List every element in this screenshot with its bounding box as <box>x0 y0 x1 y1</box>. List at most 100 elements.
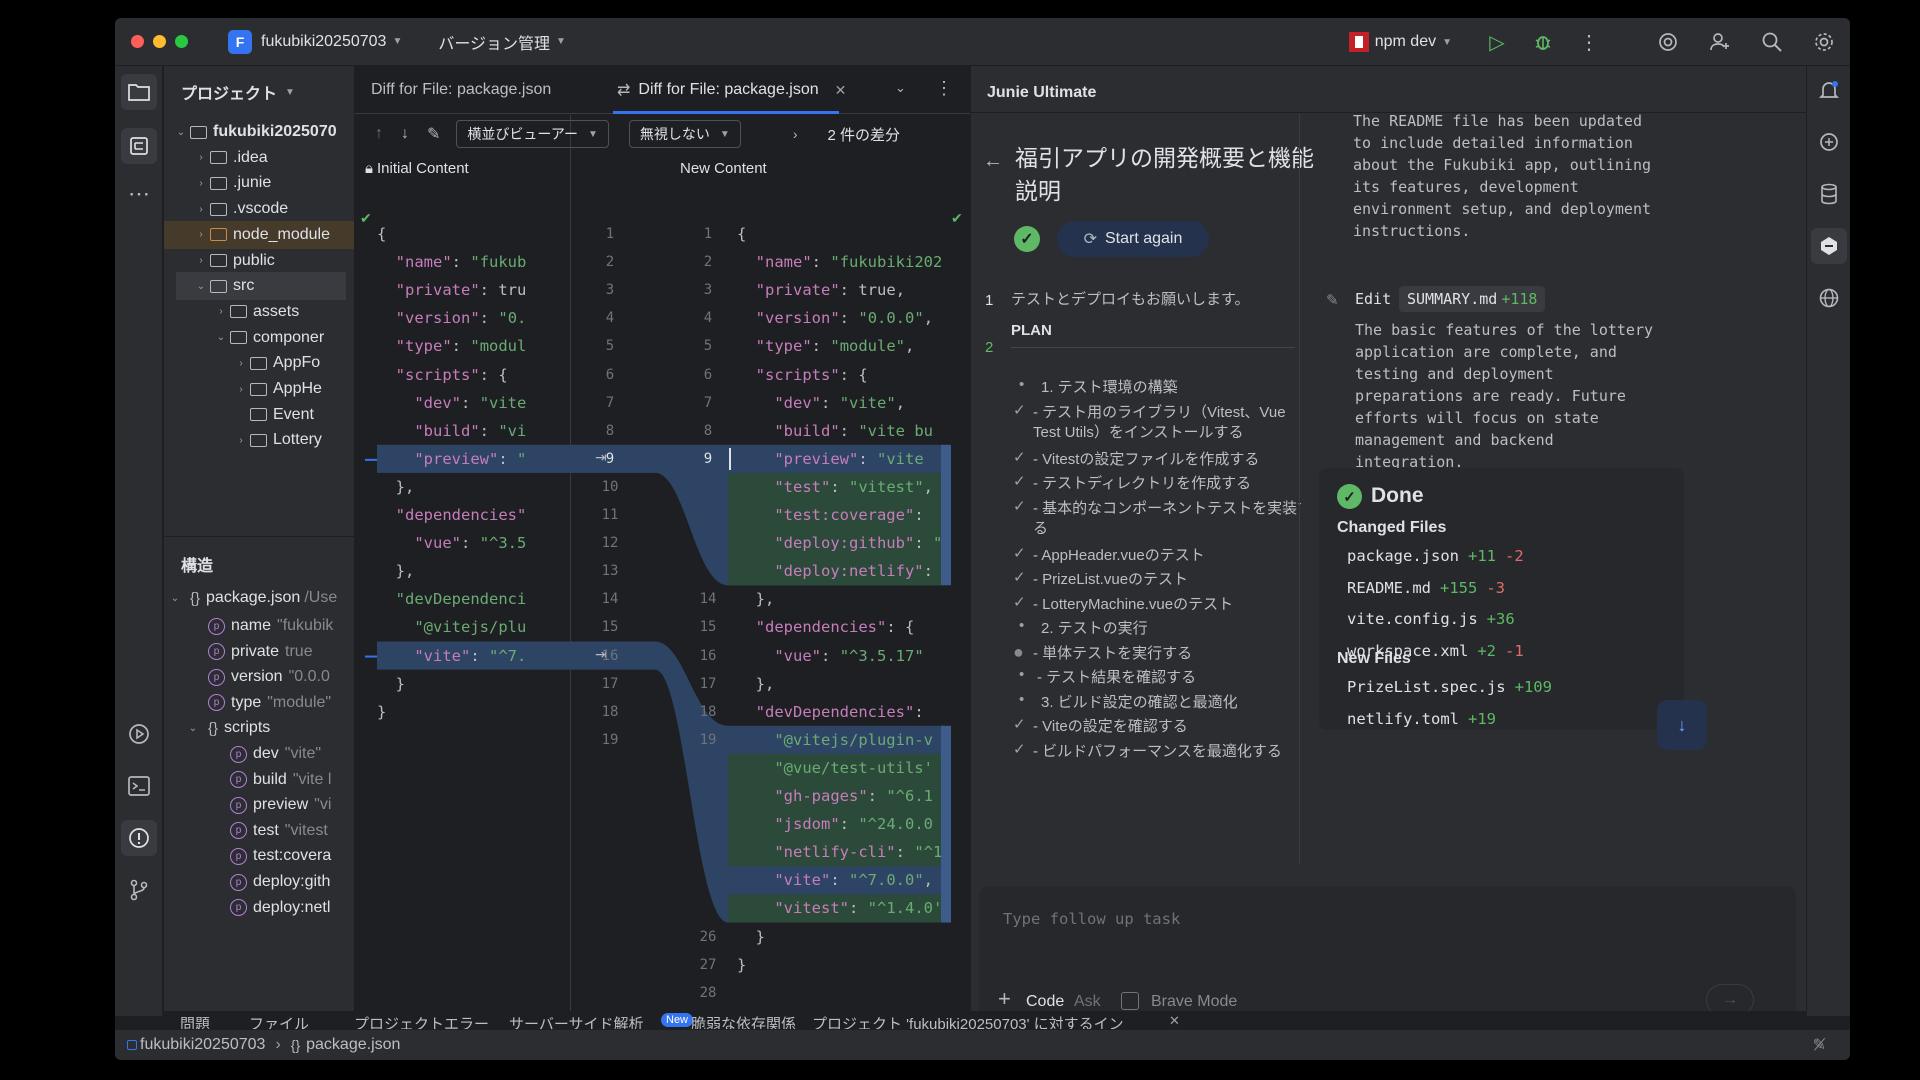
ai-assistant-icon[interactable] <box>1642 31 1694 53</box>
code-line: "jsdom": "^24.0.0 <box>774 815 933 834</box>
tree-item[interactable]: ⌄ src <box>176 272 346 301</box>
close-icon[interactable]: ✕ <box>1169 1013 1180 1029</box>
property-icon: p <box>208 668 225 686</box>
follow-up-input[interactable]: Type follow up task <box>1003 910 1180 928</box>
structure-script-item[interactable]: p deploy:netl <box>230 894 336 922</box>
more-vertical-icon[interactable]: ⋮ <box>1566 30 1612 55</box>
tree-item[interactable]: › .idea <box>192 144 267 172</box>
run-icon[interactable]: ▷ <box>1474 30 1520 55</box>
summary-line: testing and deployment <box>1355 365 1554 383</box>
junie-icon[interactable] <box>1811 228 1847 264</box>
done-label: Done <box>1371 484 1424 507</box>
gear-icon[interactable] <box>1798 31 1850 53</box>
plan-mark-icon: ✓ <box>1013 448 1026 466</box>
tree-item[interactable]: Event <box>232 401 314 429</box>
tree-item[interactable]: › AppFo <box>232 349 320 377</box>
property-name: type <box>231 693 262 711</box>
project-panel-title[interactable]: プロジェクト ▼ <box>181 80 295 104</box>
structure-script-item[interactable]: p test:covera <box>230 842 337 870</box>
run-config-selector[interactable]: npm dev ▼ <box>1348 32 1452 52</box>
plan-mark-icon: ● <box>1013 641 1024 662</box>
changed-file-name: vite.config.js <box>1347 610 1478 628</box>
tree-item[interactable]: › .junie <box>192 169 271 197</box>
tree-item[interactable]: › node_module <box>164 220 354 249</box>
ai-chat-icon[interactable] <box>1811 124 1847 160</box>
zoom-window-button[interactable] <box>175 35 188 48</box>
tree-item[interactable]: › assets <box>212 298 299 326</box>
project-selector[interactable]: fukubiki20250703 ▼ <box>261 33 402 51</box>
tree-item[interactable]: ⌄ fukubiki2025070 <box>172 118 337 146</box>
structure-item[interactable]: p name "fukubik <box>208 612 333 640</box>
property-name: build <box>253 770 287 788</box>
mode-code[interactable]: Code <box>1026 993 1064 1011</box>
structure-scripts[interactable]: ⌄ {} scripts <box>184 714 270 742</box>
bottom-tab[interactable]: サーバーサイド解析 <box>509 1013 644 1029</box>
brave-mode-checkbox[interactable] <box>1121 992 1139 1010</box>
line-number-right: 14 <box>699 591 717 608</box>
tree-item[interactable]: › .vscode <box>192 195 288 223</box>
bottom-tab[interactable]: プロジェクトエラー <box>354 1013 489 1029</box>
line-number-left: 12 <box>601 535 619 552</box>
more-horizontal-icon[interactable]: ⋯ <box>121 176 157 212</box>
property-icon: p <box>230 745 247 763</box>
web-icon[interactable] <box>1811 280 1847 316</box>
database-icon[interactable] <box>1811 176 1847 212</box>
read-only-edit-icon[interactable]: ✎̸ <box>1813 1035 1826 1055</box>
new-file-row[interactable]: PrizeList.spec.js +109 <box>1347 678 1552 696</box>
bottom-tab[interactable]: ファイル <box>249 1013 309 1029</box>
tree-item[interactable]: › AppHe <box>232 375 322 403</box>
structure-script-item[interactable]: p deploy:gith <box>230 868 336 896</box>
structure-script-item[interactable]: p test "vitest <box>230 817 328 845</box>
tree-item-label: .junie <box>233 174 272 192</box>
follow-up-input-box[interactable] <box>979 886 1796 1011</box>
changed-file-row[interactable]: README.md +155 -3 <box>1347 579 1505 597</box>
folder-icon[interactable] <box>121 74 157 110</box>
changed-file-row[interactable]: package.json +11 -2 <box>1347 547 1524 565</box>
problems-icon[interactable] <box>121 820 157 856</box>
minimize-window-button[interactable] <box>153 35 166 48</box>
tree-item[interactable]: ⌄ componer <box>212 324 324 352</box>
project-name: fukubiki20250703 <box>261 32 387 50</box>
tree-item[interactable]: › public <box>192 247 274 275</box>
breadcrumb-project[interactable]: fukubiki20250703 <box>140 1036 265 1054</box>
tree-item-label: .vscode <box>233 200 289 218</box>
bottom-tab[interactable]: 脆弱な依存関係 <box>691 1013 796 1029</box>
tree-item[interactable]: › Lottery <box>232 426 322 454</box>
plan-item: - ビルドパフォーマンスを最適化する <box>1033 742 1282 760</box>
breadcrumb-file[interactable]: package.json <box>306 1036 400 1054</box>
chevron-right-icon: › <box>199 229 203 241</box>
window-controls <box>131 35 188 48</box>
search-icon[interactable] <box>1746 31 1798 53</box>
send-button[interactable]: → <box>1706 984 1754 1011</box>
structure-script-item[interactable]: p preview "vi <box>230 791 331 819</box>
structure-root[interactable]: ⌄ {} package.json /Use <box>164 584 337 612</box>
debug-icon[interactable] <box>1520 32 1566 52</box>
terminal-icon[interactable] <box>121 768 157 804</box>
structure-item[interactable]: p version "0.0.0 <box>208 663 330 691</box>
bottom-tab[interactable]: プロジェクト 'fukubiki20250703' に対するイン <box>812 1013 1124 1029</box>
bottom-tab[interactable]: 問題 <box>180 1013 210 1029</box>
structure-item[interactable]: p type "module" <box>208 689 331 717</box>
notifications-icon[interactable] <box>1811 72 1847 108</box>
readme-line: about the Fukubiki app, outlining <box>1353 156 1652 174</box>
add-user-icon[interactable] <box>1694 31 1746 53</box>
property-name: version <box>231 668 283 686</box>
chevron-right-icon: › <box>199 177 203 189</box>
edit-file-chip[interactable]: SUMMARY.md +118 <box>1399 286 1546 312</box>
structure-script-item[interactable]: p dev "vite" <box>230 740 321 768</box>
close-window-button[interactable] <box>131 35 144 48</box>
scroll-down-button[interactable]: ↓ <box>1657 700 1707 750</box>
chevron-down-icon: ⌄ <box>188 722 198 734</box>
new-file-row[interactable]: netlify.toml +19 <box>1347 710 1496 728</box>
structure-icon[interactable] <box>121 128 157 164</box>
mode-ask[interactable]: Ask <box>1074 993 1101 1011</box>
services-icon[interactable] <box>121 716 157 752</box>
plus-icon[interactable]: + <box>998 986 1011 1011</box>
structure-script-item[interactable]: p build "vite l <box>230 766 331 794</box>
vcs-menu[interactable]: バージョン管理 ▼ <box>438 30 566 54</box>
structure-item[interactable]: p private true <box>208 638 313 666</box>
code-line: } <box>737 955 747 974</box>
git-branch-icon[interactable] <box>121 872 157 908</box>
folder-icon <box>230 331 247 345</box>
changed-file-row[interactable]: vite.config.js +36 <box>1347 610 1524 628</box>
